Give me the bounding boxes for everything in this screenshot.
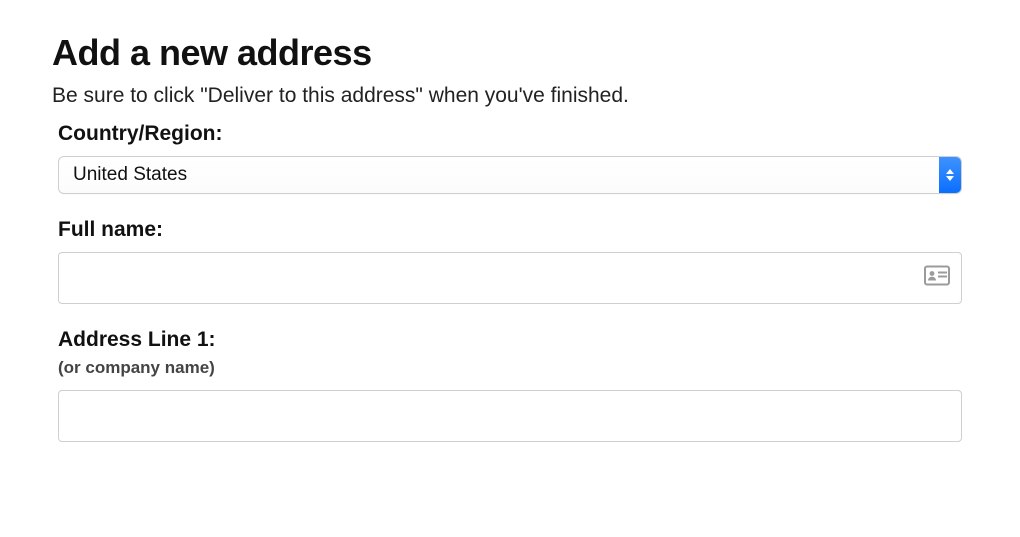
page-title: Add a new address [52,32,968,74]
address1-label: Address Line 1: [58,328,962,352]
fullname-label: Full name: [58,218,962,242]
country-field-group: Country/Region: United States [52,122,968,194]
fullname-field-group: Full name: [52,218,968,304]
address1-field-group: Address Line 1: (or company name) [52,328,968,442]
address1-sublabel: (or company name) [58,358,962,378]
contact-card-icon [924,266,950,291]
fullname-input[interactable] [58,252,962,304]
chevron-down-icon [946,176,954,181]
chevron-up-icon [946,169,954,174]
address1-input[interactable] [58,390,962,442]
select-stepper-icon [939,157,961,193]
country-label: Country/Region: [58,122,962,146]
country-selected-text: United States [73,164,187,186]
country-select-value: United States [58,156,962,194]
page-subtitle: Be sure to click "Deliver to this addres… [52,84,968,108]
country-select[interactable]: United States [58,156,962,194]
